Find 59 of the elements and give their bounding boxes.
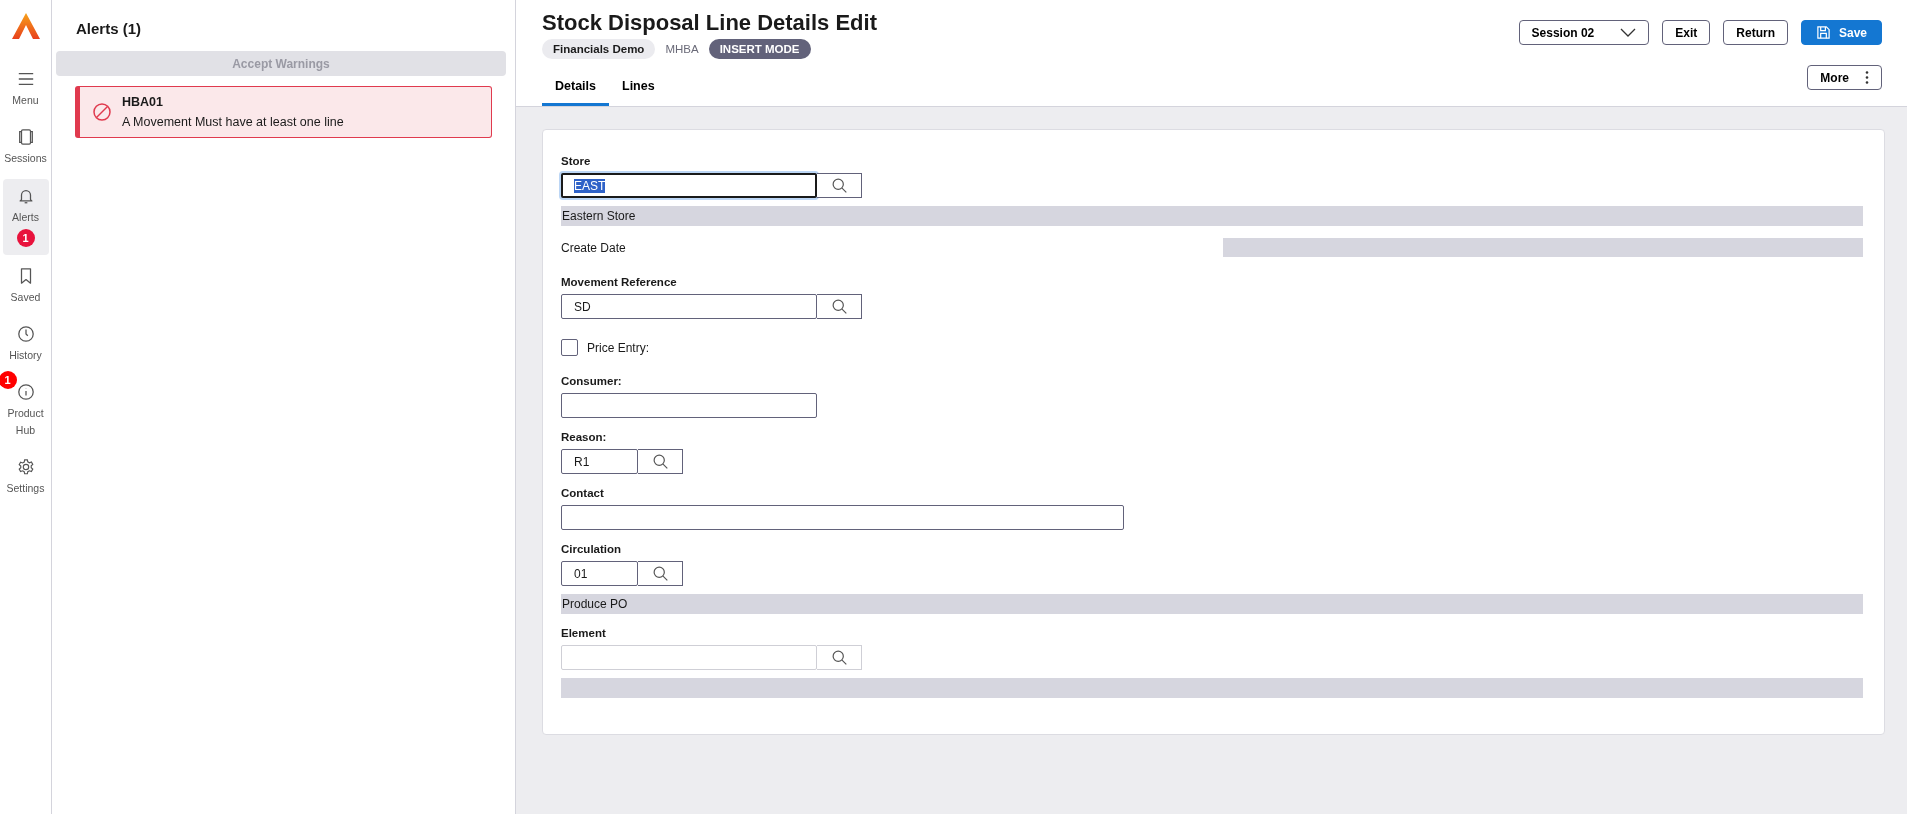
mode-badge: INSERT MODE xyxy=(708,39,811,59)
text-field[interactable] xyxy=(561,505,1124,530)
session-dropdown[interactable]: Session 02 xyxy=(1518,20,1650,45)
company-chip: Financials Demo xyxy=(542,39,656,59)
page-title: Stock Disposal Line Details Edit xyxy=(542,10,877,36)
checkbox[interactable] xyxy=(561,339,578,356)
panel-title: Alerts (1) xyxy=(76,20,143,37)
search-icon xyxy=(651,565,669,582)
menu-icon xyxy=(16,70,35,88)
checkbox-label: Price Entry: xyxy=(587,340,649,355)
lookup-field[interactable]: R1 xyxy=(561,449,638,474)
field-label: Consumer: xyxy=(561,375,623,387)
field-label: Reason: xyxy=(561,431,608,443)
sidebar-item[interactable]: Saved xyxy=(2,258,49,314)
alert-message: A Movement Must have at least one line xyxy=(122,115,344,129)
count-badge: 1 xyxy=(16,228,35,247)
field-label: Circulation xyxy=(561,543,623,555)
action-button[interactable]: Save xyxy=(1800,20,1882,45)
sidebar-item[interactable]: Alerts 1 xyxy=(2,178,49,255)
search-icon xyxy=(651,453,669,470)
section-band: Produce PO xyxy=(561,594,1863,614)
text-field[interactable] xyxy=(561,393,817,418)
alert-code: HBA01 xyxy=(122,95,164,109)
save-icon xyxy=(1815,25,1831,40)
section-band: Eastern Store xyxy=(561,206,1863,226)
search-button[interactable] xyxy=(817,294,862,319)
user-code: MHBA xyxy=(665,43,699,55)
search-button[interactable] xyxy=(638,561,683,586)
search-icon xyxy=(830,649,848,666)
count-badge: 1 xyxy=(0,371,17,390)
kebab-icon xyxy=(1865,71,1869,84)
search-icon xyxy=(830,298,848,315)
action-button[interactable]: Return xyxy=(1723,20,1788,45)
sidebar-item[interactable]: Sessions xyxy=(2,120,49,175)
lookup-field[interactable]: 01 xyxy=(561,561,638,586)
sidebar-item[interactable]: History xyxy=(2,317,49,372)
lookup-field[interactable]: EAST xyxy=(561,173,817,198)
chevron-down-icon xyxy=(1620,28,1637,37)
clock-icon xyxy=(16,325,35,344)
lookup-field[interactable]: SD xyxy=(561,294,817,319)
tab[interactable]: Lines xyxy=(609,69,668,106)
field-label: Contact xyxy=(561,487,605,499)
search-button[interactable] xyxy=(638,449,683,474)
action-button[interactable]: Exit xyxy=(1662,20,1711,45)
sidebar-item[interactable]: Settings xyxy=(2,449,49,505)
logo-icon xyxy=(10,12,41,40)
tab[interactable]: Details xyxy=(542,69,609,106)
search-button[interactable] xyxy=(817,173,862,198)
sidebar-item[interactable]: Menu xyxy=(2,62,49,117)
field-label: Create Date xyxy=(561,240,626,255)
field-label: Element xyxy=(561,627,607,639)
field-label: Movement Reference xyxy=(561,276,678,288)
settings-icon xyxy=(16,457,35,476)
sessions-icon xyxy=(16,128,35,147)
info-icon xyxy=(16,383,35,402)
prohibited-icon xyxy=(92,102,112,122)
search-icon xyxy=(830,177,848,194)
field-label: Store xyxy=(561,155,592,167)
more-button[interactable]: More xyxy=(1807,65,1882,90)
